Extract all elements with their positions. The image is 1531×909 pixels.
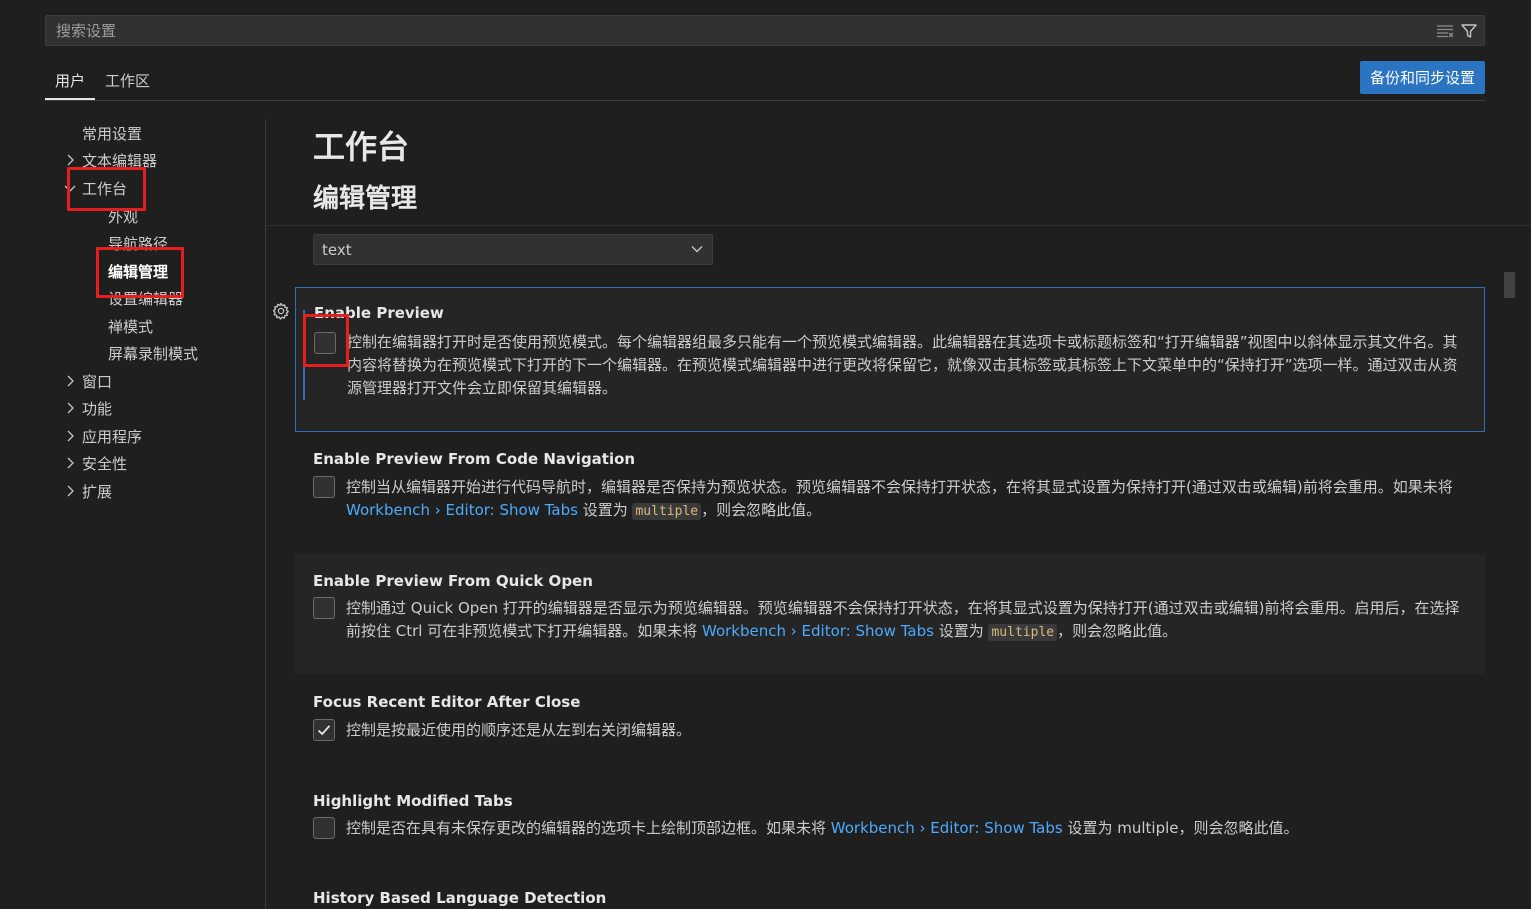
settings-editor: 用户 工作区 备份和同步设置 常用设置 文本编辑器 工作台 外观 导航路径 编辑…	[0, 0, 1531, 909]
toc-item-extensions[interactable]: 扩展	[62, 478, 112, 504]
tab-workspace[interactable]: 工作区	[95, 66, 160, 100]
toc-item-workbench[interactable]: 工作台	[62, 175, 127, 201]
toc-item-text-editor[interactable]: 文本编辑器	[62, 147, 157, 173]
setting-title: History Based Language Detection	[313, 889, 607, 907]
setting-link[interactable]: Workbench › Editor: Show Tabs	[702, 622, 934, 640]
toc-item-screencast-mode[interactable]: 屏幕录制模式	[108, 340, 198, 366]
desc-text: 设置为	[933, 622, 989, 640]
toc-item-common[interactable]: 常用设置	[82, 120, 142, 146]
scope-tabs: 用户 工作区	[45, 66, 160, 100]
setting-checkbox[interactable]	[313, 817, 335, 839]
check-icon	[317, 725, 331, 736]
desc-text: ，则会忽略此值。	[701, 501, 822, 519]
setting-link[interactable]: Workbench › Editor: Show Tabs	[346, 501, 578, 519]
desc-text: 设置为	[577, 501, 633, 519]
toc-item-label: 文本编辑器	[82, 151, 158, 170]
focus-indicator	[303, 310, 305, 400]
setting-description: 控制是按最近使用的顺序还是从左到右关闭编辑器。	[346, 721, 692, 739]
search-input[interactable]	[54, 20, 1404, 42]
toc-item-zen-mode[interactable]: 禅模式	[108, 313, 153, 339]
toc-item-label: 安全性	[82, 454, 128, 473]
desc-text: 设置为 multiple，则会忽略此值。	[1062, 819, 1299, 837]
toc-item-label: 窗口	[82, 372, 113, 391]
setting-enable-preview-quick-open: Enable Preview From Quick Open 控制通过 Quic…	[295, 554, 1485, 674]
backup-sync-button[interactable]: 备份和同步设置	[1360, 61, 1485, 94]
language-select-value: text	[322, 240, 352, 259]
setting-title: Enable Preview From Quick Open	[313, 572, 593, 590]
setting-title: Focus Recent Editor After Close	[313, 693, 581, 711]
desc-text: ，则会忽略此值。	[1057, 622, 1178, 640]
toc-item-label: 扩展	[82, 482, 113, 501]
setting-enable-preview: Enable Preview 控制在编辑器打开时是否使用预览模式。每个编辑器组最…	[295, 287, 1485, 432]
toc-item-features[interactable]: 功能	[62, 395, 112, 421]
header-divider	[266, 225, 1531, 226]
scrollbar-thumb[interactable]	[1504, 272, 1515, 298]
setting-description: 控制当从编辑器开始进行代码导航时，编辑器是否保持为预览状态。预览编辑器不会保持打…	[346, 476, 1465, 523]
language-select[interactable]: text	[313, 234, 713, 265]
setting-checkbox[interactable]	[313, 719, 335, 741]
chevron-right-icon	[62, 455, 78, 471]
chevron-right-icon	[62, 428, 78, 444]
toc-item-label: 编辑管理	[108, 262, 169, 281]
setting-description: 控制在编辑器打开时是否使用预览模式。每个编辑器组最多只能有一个预览模式编辑器。此…	[347, 333, 1458, 397]
setting-title: Enable Preview From Code Navigation	[313, 450, 636, 468]
toc-item-label: 禅模式	[108, 317, 154, 336]
toc-item-label: 外观	[108, 207, 139, 226]
setting-checkbox[interactable]	[313, 476, 335, 498]
toc-item-breadcrumbs[interactable]: 导航路径	[108, 230, 168, 256]
setting-focus-recent-editor: Focus Recent Editor After Close 控制是按最近使用…	[295, 676, 1485, 776]
toc-item-label: 常用设置	[82, 124, 143, 143]
toc-item-settings-editor[interactable]: 设置编辑器	[108, 285, 183, 311]
setting-history-language-detection: History Based Language Detection	[295, 876, 1485, 909]
toc-splitter[interactable]	[265, 119, 266, 909]
setting-description: 控制是否在具有未保存更改的编辑器的选项卡上绘制顶部边框。如果未将 Workben…	[346, 817, 1465, 840]
setting-link[interactable]: Workbench › Editor: Show Tabs	[831, 819, 1063, 837]
toc-item-label: 工作台	[82, 179, 128, 198]
chevron-down-icon	[62, 180, 78, 196]
toc-item-appearance[interactable]: 外观	[108, 203, 138, 229]
desc-text: 控制当从编辑器开始进行代码导航时，编辑器是否保持为预览状态。预览编辑器不会保持打…	[346, 478, 1453, 496]
search-bar	[45, 15, 1485, 46]
toc-item-application[interactable]: 应用程序	[62, 423, 142, 449]
setting-title: Highlight Modified Tabs	[313, 792, 513, 810]
setting-enable-preview-code-nav: Enable Preview From Code Navigation 控制当从…	[295, 433, 1485, 553]
toc-item-label: 屏幕录制模式	[108, 344, 199, 363]
filter-icon[interactable]	[1460, 22, 1478, 40]
toc-item-editor-management[interactable]: 编辑管理	[108, 258, 168, 284]
toc-item-label: 应用程序	[82, 427, 143, 446]
setting-highlight-modified-tabs: Highlight Modified Tabs 控制是否在具有未保存更改的编辑器…	[295, 776, 1485, 876]
clear-filter-icon[interactable]	[1436, 22, 1454, 40]
chevron-right-icon	[62, 400, 78, 416]
code-value: multiple	[632, 503, 702, 520]
toc-item-label: 功能	[82, 399, 113, 418]
toc-item-window[interactable]: 窗口	[62, 368, 112, 394]
chevron-right-icon	[62, 152, 78, 168]
setting-description: 控制通过 Quick Open 打开的编辑器是否显示为预览编辑器。预览编辑器不会…	[346, 597, 1465, 644]
search-actions	[1436, 22, 1478, 40]
toc-item-security[interactable]: 安全性	[62, 450, 127, 476]
setting-checkbox[interactable]	[314, 332, 336, 354]
setting-title: Enable Preview	[314, 304, 444, 322]
chevron-down-icon	[690, 242, 704, 260]
tabs-divider	[45, 100, 1485, 101]
tab-user[interactable]: 用户	[45, 66, 96, 100]
page-title: 工作台	[313, 128, 410, 166]
setting-checkbox[interactable]	[313, 597, 335, 619]
toc-item-label: 导航路径	[108, 234, 169, 253]
chevron-right-icon	[62, 483, 78, 499]
gear-icon[interactable]	[272, 302, 290, 320]
desc-text: 控制是否在具有未保存更改的编辑器的选项卡上绘制顶部边框。如果未将	[346, 819, 831, 837]
chevron-right-icon	[62, 373, 78, 389]
toc-item-label: 设置编辑器	[108, 289, 184, 308]
code-value: multiple	[988, 624, 1058, 641]
section-title: 编辑管理	[313, 184, 418, 214]
